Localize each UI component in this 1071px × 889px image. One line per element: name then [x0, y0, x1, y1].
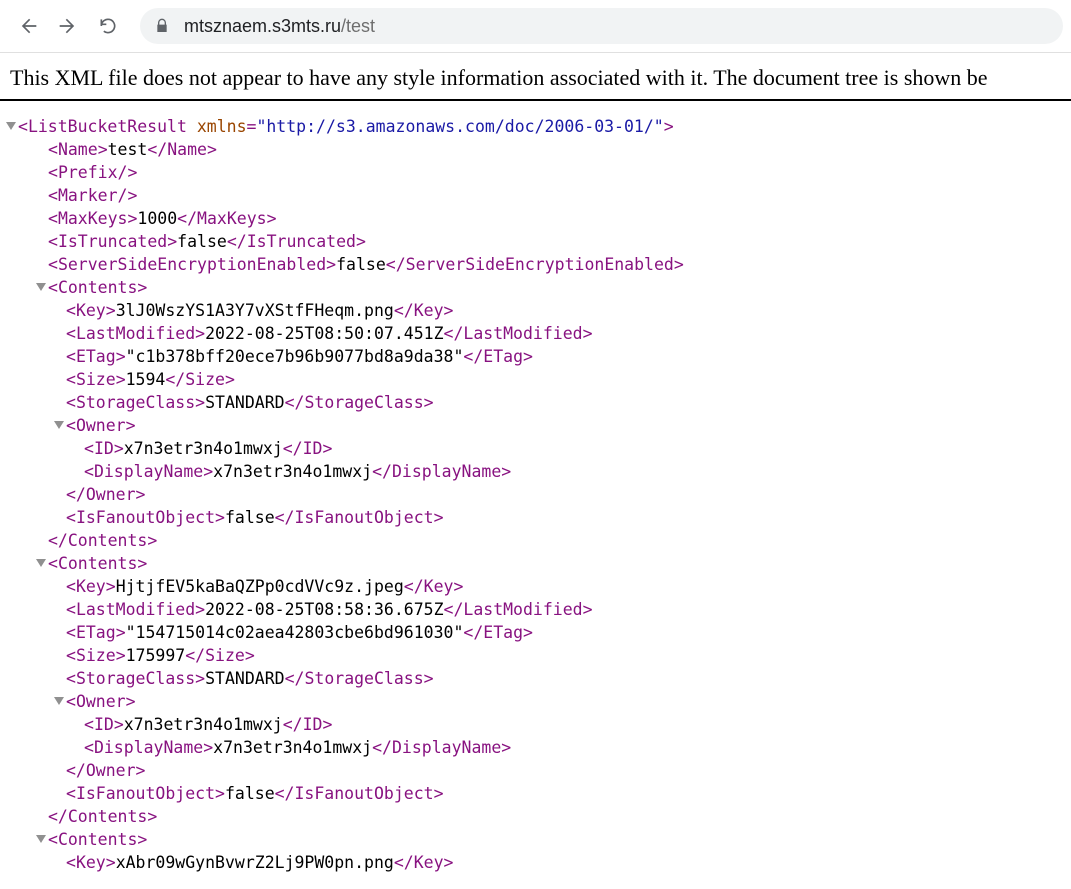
collapse-caret-icon[interactable]: [54, 697, 64, 705]
xml-owner-close: </Owner>: [0, 759, 1071, 782]
xml-lastmodified: <LastModified>2022-08-25T08:50:07.451Z</…: [0, 322, 1071, 345]
forward-button[interactable]: [48, 6, 88, 46]
xml-maxkeys: <MaxKeys>1000</MaxKeys>: [0, 207, 1071, 230]
xml-istruncated: <IsTruncated>false</IsTruncated>: [0, 230, 1071, 253]
collapse-caret-icon[interactable]: [6, 122, 16, 130]
browser-toolbar: mtsznaem.s3mts.ru/test: [0, 0, 1071, 53]
xml-owner-close: </Owner>: [0, 483, 1071, 506]
xml-root-open[interactable]: <ListBucketResult xmlns="http://s3.amazo…: [0, 115, 1071, 138]
xml-key: <Key>3lJ0WszYS1A3Y7vXStfFHeqm.png</Key>: [0, 299, 1071, 322]
xml-contents-close: </Contents>: [0, 805, 1071, 828]
xml-owner-open[interactable]: <Owner>: [0, 414, 1071, 437]
url-path: /test: [341, 16, 375, 37]
xml-contents-close: </Contents>: [0, 529, 1071, 552]
xml-etag: <ETag>"c1b378bff20ece7b96b9077bd8a9da38"…: [0, 345, 1071, 368]
xml-name: <Name>test</Name>: [0, 138, 1071, 161]
collapse-caret-icon[interactable]: [36, 559, 46, 567]
collapse-caret-icon[interactable]: [36, 283, 46, 291]
xml-owner-open[interactable]: <Owner>: [0, 690, 1071, 713]
xml-storageclass: <StorageClass>STANDARD</StorageClass>: [0, 667, 1071, 690]
url-host: mtsznaem.s3mts.ru: [184, 16, 341, 37]
xml-contents-open[interactable]: <Contents>: [0, 828, 1071, 851]
xml-size: <Size>175997</Size>: [0, 644, 1071, 667]
xml-isfanout: <IsFanoutObject>false</IsFanoutObject>: [0, 506, 1071, 529]
xml-storageclass: <StorageClass>STANDARD</StorageClass>: [0, 391, 1071, 414]
xml-owner-id: <ID>x7n3etr3n4o1mwxj</ID>: [0, 437, 1071, 460]
lock-icon: [154, 18, 170, 34]
xml-sse: <ServerSideEncryptionEnabled>false</Serv…: [0, 253, 1071, 276]
collapse-caret-icon[interactable]: [54, 421, 64, 429]
reload-icon: [98, 16, 118, 36]
xml-etag: <ETag>"154715014c02aea42803cbe6bd961030"…: [0, 621, 1071, 644]
xml-key: <Key>HjtjfEV5kaBaQZPp0cdVVc9z.jpeg</Key>: [0, 575, 1071, 598]
xml-key: <Key>xAbr09wGynBvwrZ2Lj9PW0pn.png</Key>: [0, 851, 1071, 874]
xml-contents-open[interactable]: <Contents>: [0, 276, 1071, 299]
xml-lastmodified: <LastModified>2022-08-25T08:58:36.675Z</…: [0, 598, 1071, 621]
xml-owner-id: <ID>x7n3etr3n4o1mwxj</ID>: [0, 713, 1071, 736]
xml-marker: <Marker/>: [0, 184, 1071, 207]
xml-tree: <ListBucketResult xmlns="http://s3.amazo…: [0, 101, 1071, 874]
xml-prefix: <Prefix/>: [0, 161, 1071, 184]
xml-owner-displayname: <DisplayName>x7n3etr3n4o1mwxj</DisplayNa…: [0, 736, 1071, 759]
xml-owner-displayname: <DisplayName>x7n3etr3n4o1mwxj</DisplayNa…: [0, 460, 1071, 483]
xml-contents-open[interactable]: <Contents>: [0, 552, 1071, 575]
back-button[interactable]: [8, 6, 48, 46]
arrow-right-icon: [58, 16, 78, 36]
xml-size: <Size>1594</Size>: [0, 368, 1071, 391]
address-bar[interactable]: mtsznaem.s3mts.ru/test: [140, 8, 1063, 44]
reload-button[interactable]: [88, 6, 128, 46]
collapse-caret-icon[interactable]: [36, 835, 46, 843]
arrow-left-icon: [18, 16, 38, 36]
xml-no-style-notice: This XML file does not appear to have an…: [0, 53, 1071, 101]
xml-isfanout: <IsFanoutObject>false</IsFanoutObject>: [0, 782, 1071, 805]
